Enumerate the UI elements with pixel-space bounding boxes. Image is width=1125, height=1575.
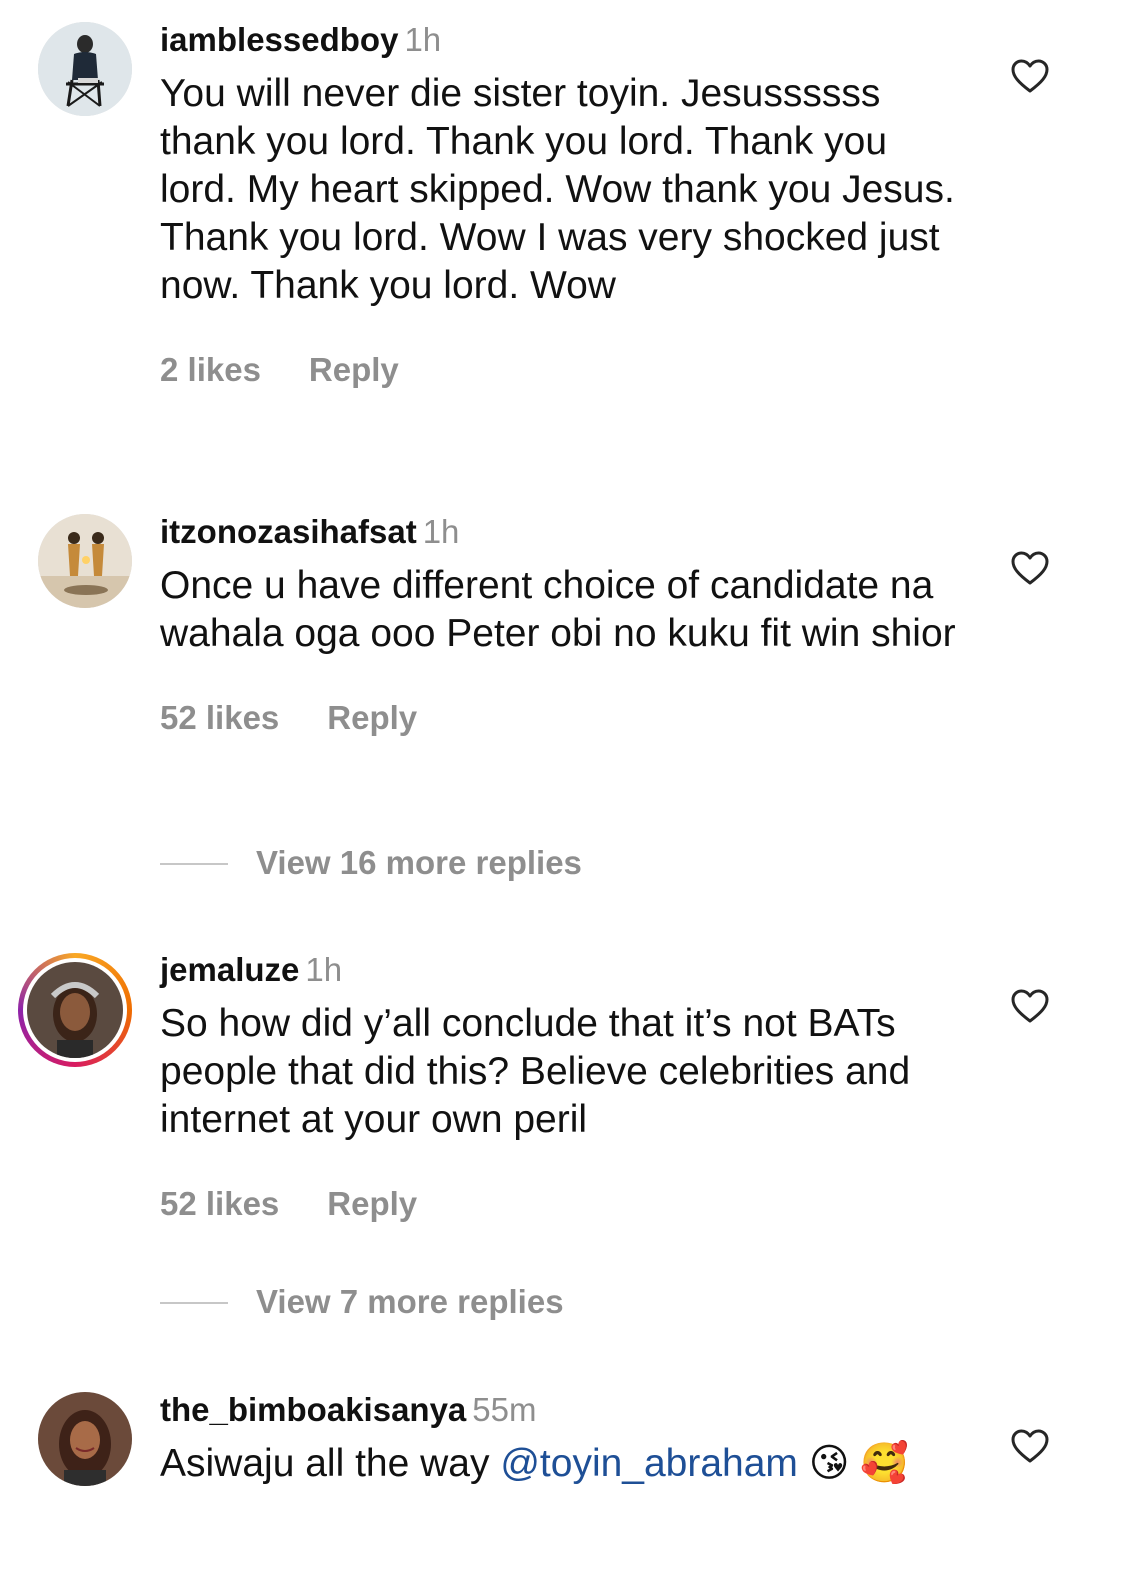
- avatar[interactable]: [38, 1392, 132, 1486]
- username[interactable]: jemaluze: [160, 951, 299, 988]
- comment-text: So how did y’all conclude that it’s not …: [160, 1002, 911, 1141]
- thread-line: [160, 1302, 228, 1304]
- comment-meta: iamblessedboy 1h: [160, 20, 960, 60]
- comment-time: 1h: [404, 21, 442, 58]
- likes-count[interactable]: 52 likes: [160, 1184, 279, 1224]
- heart-outline-icon[interactable]: [1010, 1428, 1050, 1464]
- thread-line: [160, 863, 228, 865]
- comment-text: Once u have different choice of candidat…: [160, 564, 956, 655]
- comment-body: iamblessedboy 1h You will never die siste…: [160, 20, 960, 390]
- heart-outline-icon[interactable]: [1010, 58, 1050, 94]
- comment-time: 1h: [305, 951, 343, 988]
- avatar[interactable]: [38, 22, 132, 116]
- heart-outline-icon[interactable]: [1010, 988, 1050, 1024]
- comment-time: 1h: [422, 513, 460, 550]
- view-more-replies-label[interactable]: View 7 more replies: [256, 1282, 564, 1322]
- username[interactable]: the_bimboakisanya: [160, 1391, 466, 1428]
- reply-button[interactable]: Reply: [327, 1184, 417, 1224]
- likes-count[interactable]: 52 likes: [160, 698, 279, 738]
- view-more-replies[interactable]: View 16 more replies: [160, 843, 860, 883]
- reply-button[interactable]: Reply: [309, 350, 399, 390]
- avatar-story-ring[interactable]: [18, 953, 132, 1067]
- comment-emoji: 😘 🥰: [797, 1442, 909, 1485]
- username[interactable]: itzonozasihafsat: [160, 513, 417, 550]
- view-more-replies-label[interactable]: View 16 more replies: [256, 843, 582, 883]
- comment-body: the_bimboakisanya 55m Asiwaju all the way…: [160, 1390, 960, 1488]
- view-more-replies[interactable]: View 7 more replies: [160, 1282, 860, 1322]
- reply-button[interactable]: Reply: [327, 698, 417, 738]
- comment-body: itzonozasihafsat 1h Once u have different…: [160, 512, 960, 738]
- comment-actions: 52 likes Reply: [160, 698, 960, 738]
- mention-link[interactable]: @toyin_abraham: [500, 1442, 798, 1485]
- comment-text: Asiwaju all the way @toyin_abraham 😘 🥰: [160, 1440, 960, 1488]
- avatar-ring-gap: [23, 958, 127, 1062]
- avatar: [27, 962, 123, 1058]
- likes-count[interactable]: 2 likes: [160, 350, 261, 390]
- heart-outline-icon[interactable]: [1010, 550, 1050, 586]
- comment-actions: 52 likes Reply: [160, 1184, 960, 1224]
- comment-text: You will never die sister toyin. Jesusss…: [160, 72, 955, 307]
- comment-actions: 2 likes Reply: [160, 350, 960, 390]
- comment-meta: jemaluze 1h: [160, 950, 960, 990]
- avatar[interactable]: [38, 514, 132, 608]
- comment-meta: itzonozasihafsat 1h: [160, 512, 960, 552]
- comment-text-part: Asiwaju all the way: [160, 1442, 501, 1485]
- comment-time: 55m: [472, 1391, 537, 1428]
- comment-body: jemaluze 1h So how did y’all conclude tha…: [160, 950, 960, 1224]
- comment-meta: the_bimboakisanya 55m: [160, 1390, 960, 1430]
- username[interactable]: iamblessedboy: [160, 21, 398, 58]
